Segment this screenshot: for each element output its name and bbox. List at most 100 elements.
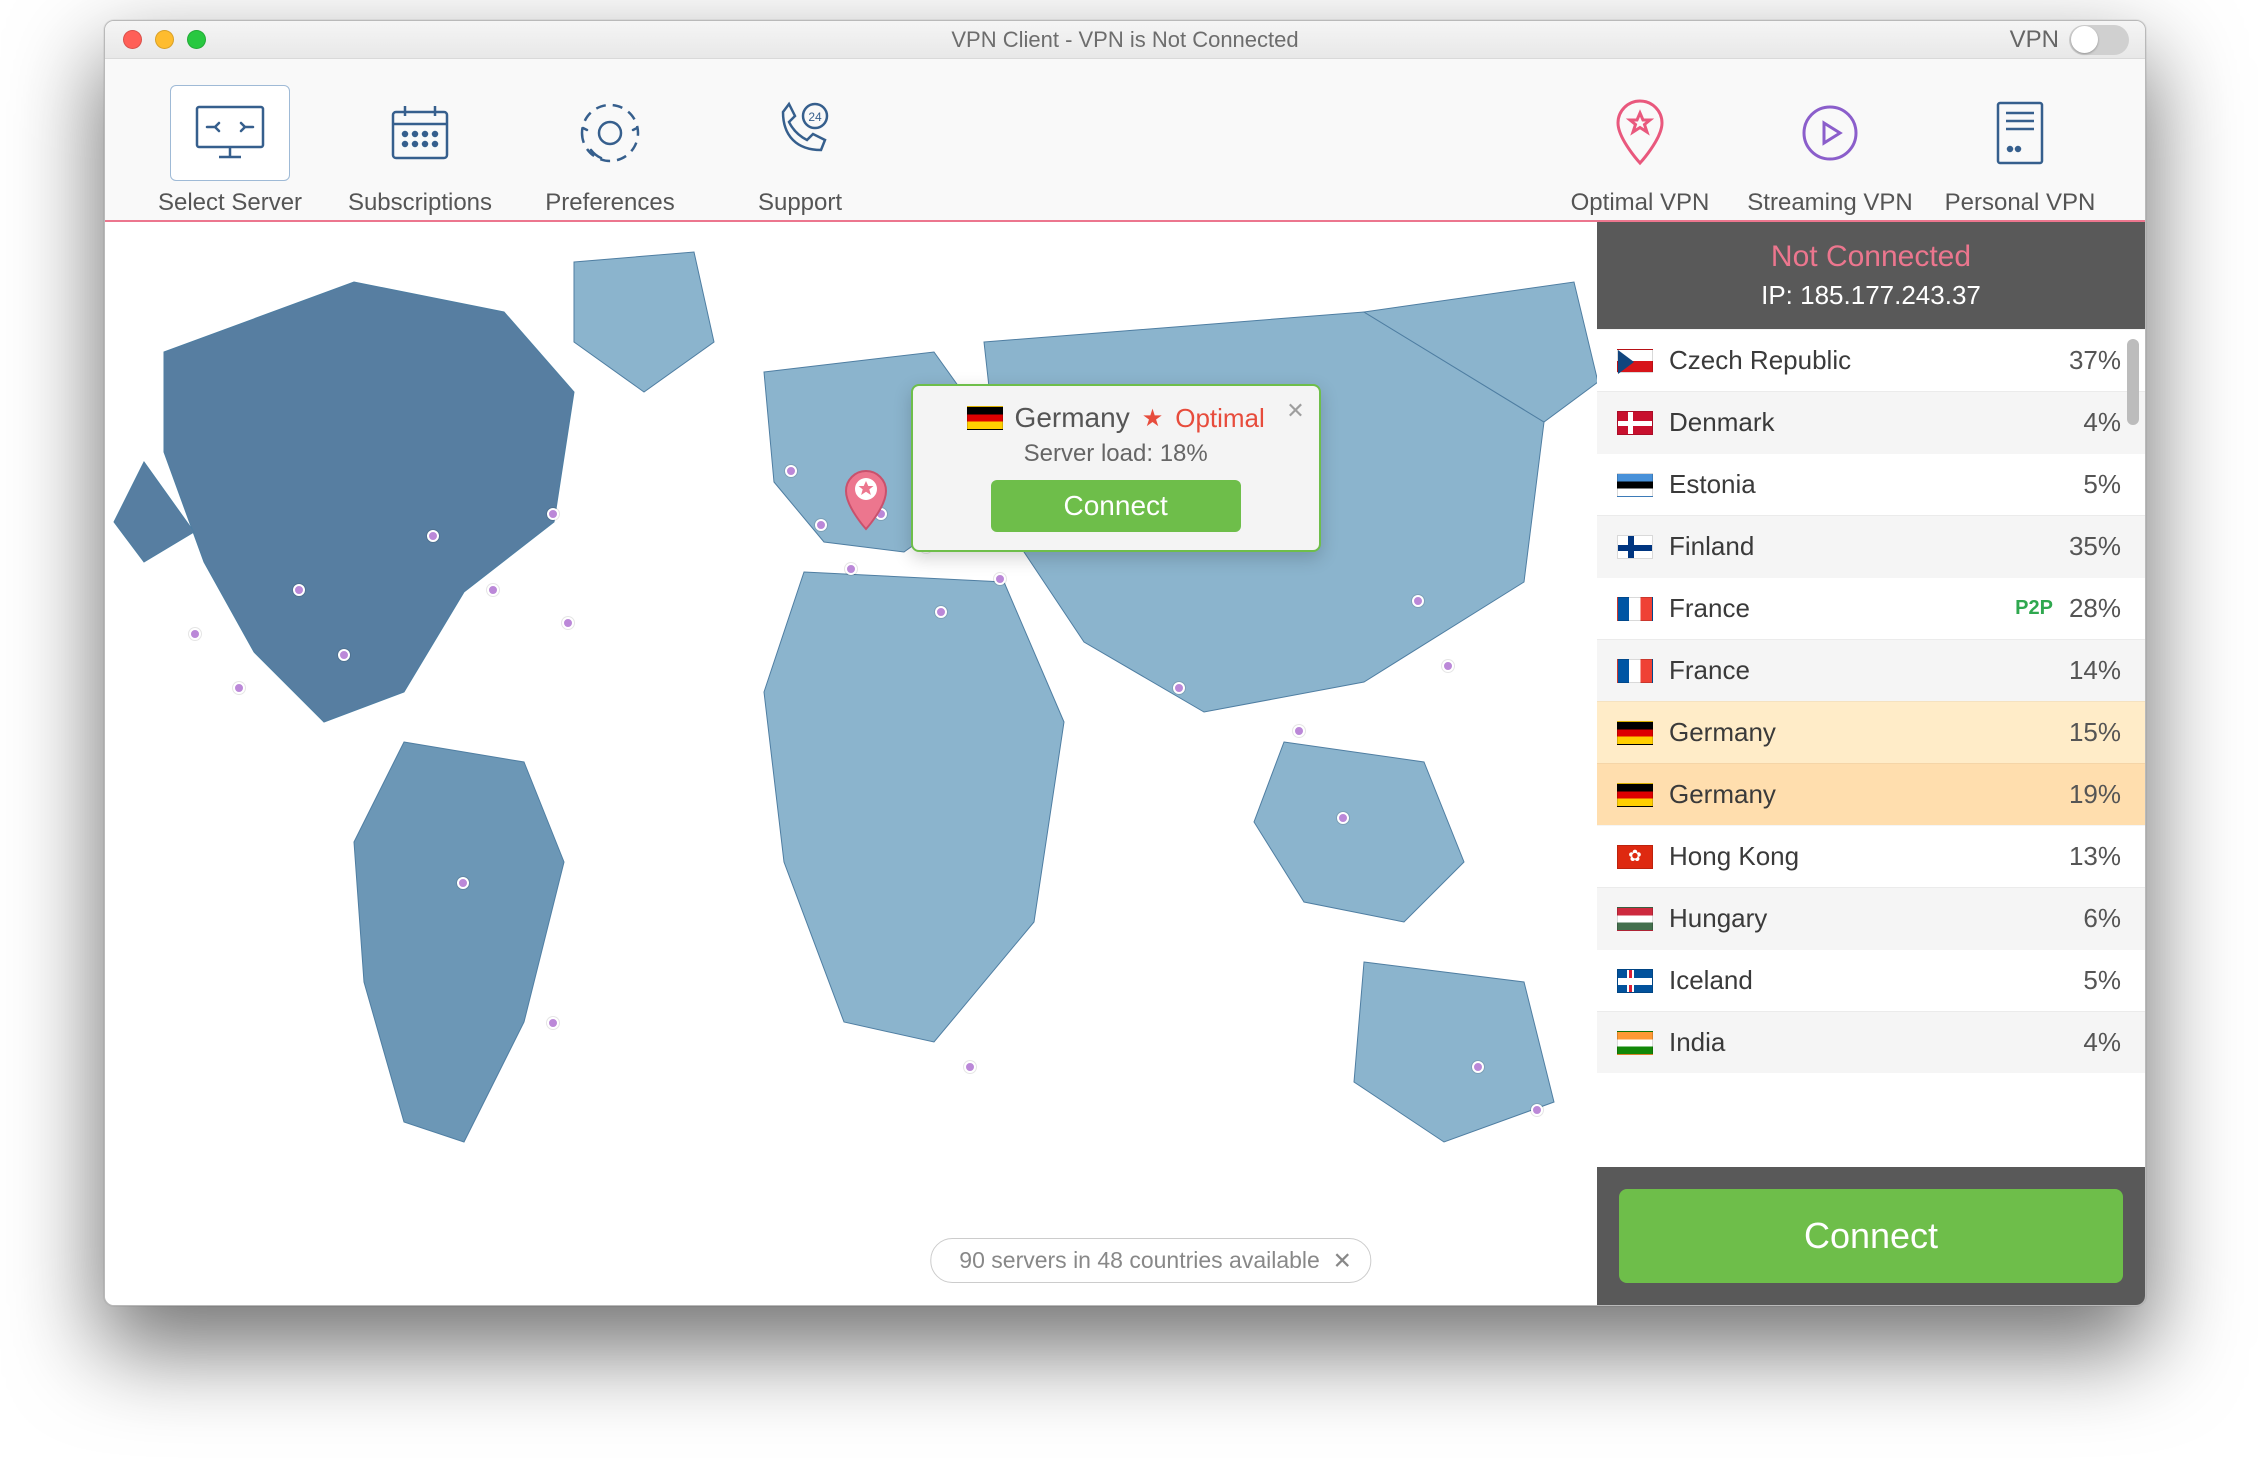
flag-icon <box>1617 473 1653 497</box>
flag-icon <box>967 406 1003 430</box>
minimize-window-button[interactable] <box>155 30 174 49</box>
flag-icon <box>1617 783 1653 807</box>
ip-display: IP: 185.177.243.37 <box>1597 280 2145 311</box>
server-tooltip: ✕ Germany ★ Optimal Server load: 18% Con… <box>911 384 1321 552</box>
server-row[interactable]: India4% <box>1597 1011 2145 1073</box>
server-row[interactable]: FranceP2P28% <box>1597 577 2145 639</box>
toolbar-label: Support <box>758 189 842 217</box>
app-window: VPN Client - VPN is Not Connected VPN Se… <box>104 20 2146 1306</box>
selected-server-pin[interactable] <box>842 467 890 536</box>
server-load: 6% <box>2083 903 2121 934</box>
server-load: 28% <box>2069 593 2121 624</box>
server-marker[interactable] <box>338 649 350 661</box>
flag-icon <box>1617 597 1653 621</box>
flag-icon <box>1617 411 1653 435</box>
toolbar-label: Select Server <box>158 189 302 217</box>
connection-status: Not Connected <box>1597 240 2145 274</box>
vpn-toggle-label: VPN <box>2010 26 2059 54</box>
server-row[interactable]: Germany19% <box>1597 763 2145 825</box>
toolbar-select-server[interactable]: Select Server <box>135 67 325 217</box>
toolbar-subscriptions[interactable]: Subscriptions <box>325 67 515 217</box>
close-icon[interactable]: ✕ <box>1286 398 1304 424</box>
server-load: 19% <box>2069 779 2121 810</box>
toolbar-preferences[interactable]: Preferences <box>515 67 705 217</box>
server-marker[interactable] <box>562 617 574 629</box>
flag-icon <box>1617 349 1653 373</box>
server-marker[interactable] <box>815 519 827 531</box>
tooltip-server-load: Server load: 18% <box>935 440 1297 468</box>
toolbar-personal-vpn[interactable]: Personal VPN <box>1925 67 2115 217</box>
server-marker[interactable] <box>547 508 559 520</box>
vpn-toggle-container: VPN <box>2010 25 2129 55</box>
toolbar-optimal-vpn[interactable]: Optimal VPN <box>1545 67 1735 217</box>
server-marker[interactable] <box>935 606 947 618</box>
server-marker[interactable] <box>293 584 305 596</box>
server-tag: P2P <box>2015 597 2053 620</box>
connect-button[interactable]: Connect <box>1619 1189 2123 1283</box>
server-name: Germany <box>1669 779 2069 810</box>
support-phone-icon: 24 <box>740 85 860 181</box>
server-load: 5% <box>2083 469 2121 500</box>
server-load: 37% <box>2069 345 2121 376</box>
toolbar-support[interactable]: 24 Support <box>705 67 895 217</box>
server-marker[interactable] <box>547 1017 559 1029</box>
server-marker[interactable] <box>845 563 857 575</box>
server-marker[interactable] <box>785 465 797 477</box>
server-row[interactable]: Hong Kong13% <box>1597 825 2145 887</box>
server-marker[interactable] <box>1337 812 1349 824</box>
scrollbar-thumb[interactable] <box>2127 339 2139 425</box>
server-row[interactable]: Czech Republic37% <box>1597 329 2145 391</box>
server-marker[interactable] <box>1531 1104 1543 1116</box>
server-marker[interactable] <box>457 877 469 889</box>
server-marker[interactable] <box>427 530 439 542</box>
flag-icon <box>1617 1031 1653 1055</box>
world-map[interactable]: ✕ Germany ★ Optimal Server load: 18% Con… <box>105 222 1597 1305</box>
server-name: India <box>1669 1027 2083 1058</box>
maximize-window-button[interactable] <box>187 30 206 49</box>
close-icon[interactable]: ✕ <box>1333 1247 1352 1274</box>
server-name: Finland <box>1669 531 2069 562</box>
toolbar-label: Preferences <box>545 189 674 217</box>
server-row[interactable]: Finland35% <box>1597 515 2145 577</box>
toolbar-label: Streaming VPN <box>1747 189 1912 217</box>
server-list[interactable]: Czech Republic37%Denmark4%Estonia5%Finla… <box>1597 329 2145 1167</box>
flag-icon <box>1617 907 1653 931</box>
server-name: France <box>1669 655 2069 686</box>
sidebar: Not Connected IP: 185.177.243.37 Czech R… <box>1597 222 2145 1305</box>
flag-icon <box>1617 659 1653 683</box>
server-marker[interactable] <box>1472 1061 1484 1073</box>
flag-icon <box>1617 969 1653 993</box>
monitor-icon <box>170 85 290 181</box>
toolbar-streaming-vpn[interactable]: Streaming VPN <box>1735 67 1925 217</box>
server-row[interactable]: France14% <box>1597 639 2145 701</box>
server-row[interactable]: Germany15% <box>1597 701 2145 763</box>
server-name: Germany <box>1669 717 2069 748</box>
toolbar-label: Optimal VPN <box>1571 189 1710 217</box>
server-marker[interactable] <box>1173 682 1185 694</box>
server-marker[interactable] <box>964 1061 976 1073</box>
tooltip-country: Germany <box>1015 402 1130 434</box>
toolbar: Select Server Subscriptions <box>105 59 2145 222</box>
toolbar-label: Personal VPN <box>1945 189 2096 217</box>
server-row[interactable]: Denmark4% <box>1597 391 2145 453</box>
servers-status-text: 90 servers in 48 countries available <box>959 1247 1320 1273</box>
server-row[interactable]: Estonia5% <box>1597 453 2145 515</box>
server-row[interactable]: Iceland5% <box>1597 949 2145 1011</box>
server-marker[interactable] <box>233 682 245 694</box>
sidebar-header: Not Connected IP: 185.177.243.37 <box>1597 222 2145 329</box>
server-marker[interactable] <box>1442 660 1454 672</box>
window-title: VPN Client - VPN is Not Connected <box>105 27 2145 53</box>
server-marker[interactable] <box>994 573 1006 585</box>
server-load: 4% <box>2083 1027 2121 1058</box>
tooltip-connect-button[interactable]: Connect <box>991 480 1241 532</box>
server-marker[interactable] <box>1293 725 1305 737</box>
vpn-toggle[interactable] <box>2069 25 2129 55</box>
server-load: 15% <box>2069 717 2121 748</box>
server-marker[interactable] <box>189 628 201 640</box>
server-marker[interactable] <box>487 584 499 596</box>
close-window-button[interactable] <box>123 30 142 49</box>
server-row[interactable]: Hungary6% <box>1597 887 2145 949</box>
window-controls <box>105 30 206 49</box>
server-marker[interactable] <box>1412 595 1424 607</box>
servers-status-pill[interactable]: 90 servers in 48 countries available ✕ <box>930 1238 1371 1283</box>
